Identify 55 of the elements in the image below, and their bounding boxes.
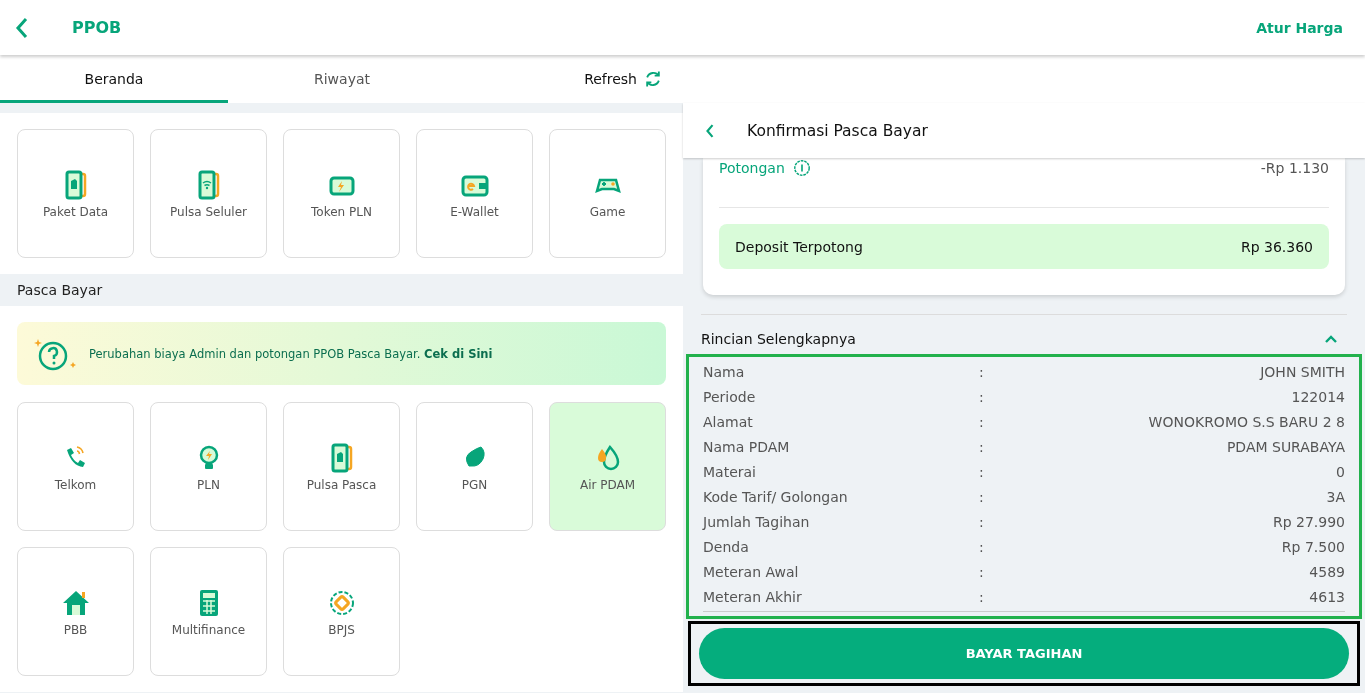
detail-separator: : [979, 513, 985, 530]
detail-label: Kode Tarif/ Golongan [703, 488, 849, 505]
detail-value: JOHN SMITH [1260, 363, 1345, 380]
section-heading: Pasca Bayar [17, 282, 103, 298]
service-tile[interactable]: Pulsa Pasca [283, 402, 400, 531]
service-tile[interactable]: Pulsa Seluler [150, 129, 267, 258]
detail-separator: : [979, 438, 985, 455]
notice-text: Perubahan biaya Admin dan potongan PPOB Pasca Bayar. Cek di Sini [89, 346, 493, 361]
detail-separator: : [979, 413, 985, 430]
detail-label: Alamat [703, 413, 754, 430]
detail-label: Jumlah Tagihan [703, 513, 811, 530]
detail-label: Periode [703, 388, 757, 405]
detail-label: Denda [703, 538, 750, 555]
service-tile[interactable]: PBB [17, 547, 134, 676]
deposit-value: Rp 36.360 [1240, 238, 1313, 255]
service-tile[interactable]: PGN [416, 402, 533, 531]
panel-title: Konfirmasi Pasca Bayar [747, 121, 928, 140]
service-tile[interactable]: Telkom [17, 402, 134, 531]
refresh-icon [643, 69, 663, 89]
detail-separator: : [979, 463, 985, 480]
detail-value: Rp 27.990 [1272, 513, 1345, 530]
service-tile[interactable]: Game [549, 129, 666, 258]
detail-label: Materai [703, 463, 757, 480]
details-heading: Rincian Selengkapnya [701, 330, 856, 347]
service-tile[interactable]: E-Wallet [416, 129, 533, 258]
discount-value: -Rp 1.130 [1260, 160, 1329, 176]
app-title: PPOB [72, 18, 122, 37]
info-icon[interactable] [792, 159, 811, 177]
detail-separator: : [979, 538, 985, 555]
detail-value: 0 [1336, 463, 1345, 480]
detail-label: Nama [703, 363, 746, 380]
detail-value: 3A [1326, 488, 1345, 505]
detail-separator: : [979, 363, 985, 380]
detail-value: Rp 7.500 [1281, 538, 1345, 555]
detail-value: 4613 [1309, 588, 1345, 605]
detail-separator: : [979, 488, 985, 505]
service-tile[interactable]: PLN [150, 402, 267, 531]
detail-value: 122014 [1291, 388, 1345, 405]
detail-label: Meteran Awal [703, 563, 800, 580]
deposit-label: Deposit Terpotong [735, 238, 863, 255]
service-tile[interactable]: Multifinance [150, 547, 267, 676]
service-tile[interactable]: Paket Data [17, 129, 134, 258]
service-tile[interactable]: Token PLN [283, 129, 400, 258]
discount-label: Potongan [719, 160, 785, 176]
detail-separator: : [979, 588, 985, 605]
service-tile[interactable]: BPJS [283, 547, 400, 676]
detail-label: Nama PDAM [703, 438, 791, 455]
notice-banner[interactable]: Perubahan biaya Admin dan potongan PPOB Pasca Bayar. Cek di Sini [17, 322, 666, 385]
detail-separator: : [979, 563, 985, 580]
detail-label: Meteran Akhir [703, 588, 803, 605]
detail-value: WONOKROMO S.S BARU 2 8 [1148, 413, 1345, 430]
detail-value: PDAM SURABAYA [1226, 438, 1345, 455]
detail-value: 4589 [1309, 563, 1345, 580]
service-tile[interactable]: Air PDAM [549, 402, 666, 531]
detail-separator: : [979, 388, 985, 405]
